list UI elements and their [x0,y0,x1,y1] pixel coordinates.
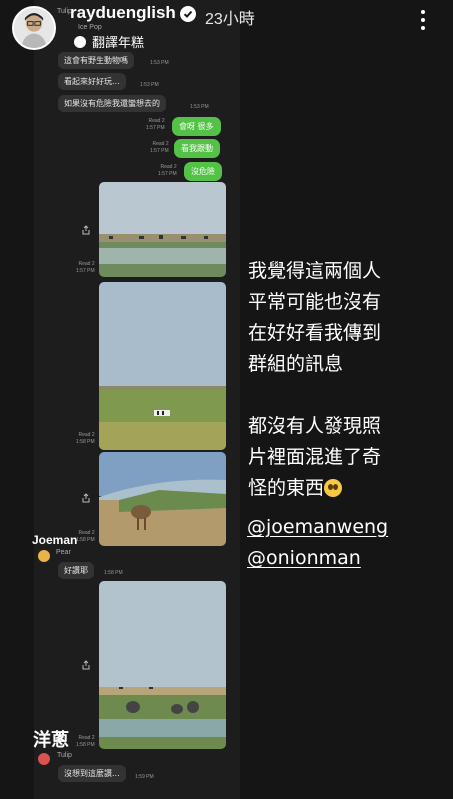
read-receipt: Read 2 1:58 PM [76,530,95,543]
incoming-message: 看起來好好玩... [58,73,126,90]
profile-avatar[interactable] [12,6,56,50]
message-time: 1:53 PM [140,82,159,88]
translate-label: 翻譯年糕 [92,36,145,51]
caption-line: 都沒有人發現照 [248,415,382,437]
read-receipt: Read 2 1:57 PM [146,118,165,131]
onion-overlay-label: 洋蔥 [33,730,69,750]
caption-line: 平常可能也沒有 [248,291,382,313]
story-viewer: rayduenglish 23小時 Tulip Ice Pop 翻譯年糕 這會有… [0,0,453,799]
mention-joemanweng[interactable]: @joemanweng [247,516,388,538]
message-time: 1:59 PM [135,774,154,780]
read-receipt: Read 2 1:57 PM [150,141,169,154]
outgoing-message: 會呀 很多 [172,117,221,136]
read-receipt: Read 2 1:57 PM [76,261,95,274]
pleading-face-icon [324,479,343,497]
message-time: 1:53 PM [150,60,169,66]
outgoing-message: 看我跟動 [174,139,220,158]
incoming-message: 好讚耶 [58,562,94,579]
story-caption: 我覺得這兩個人 平常可能也沒有 在好好看我傳到 群組的訊息 都沒有人發現照 片裡… [248,256,448,504]
chat-photo-zebra[interactable] [99,282,226,450]
share-icon[interactable] [81,660,91,670]
sender-name: Ice Pop [78,24,102,31]
read-receipt: Read 2 1:57 PM [158,164,177,177]
more-options-icon[interactable] [420,10,426,32]
message-time: 1:53 PM [190,104,209,110]
joeman-overlay-label: Joeman [32,533,78,547]
sender-name: Tulip [57,8,72,15]
outgoing-message: 沒危險 [184,162,222,181]
pear-avatar [38,550,50,562]
post-time: 23小時 [205,11,255,28]
share-icon[interactable] [81,225,91,235]
read-receipt: Read 2 1:58 PM [76,432,95,445]
message-time: 1:58 PM [104,570,123,576]
incoming-message: 這會有野生動物嗎 [58,52,134,69]
chat-bubble-icon [74,36,86,48]
chat-photo-ostrich[interactable] [99,452,226,546]
caption-line: 在好好看我傳到 [248,322,382,344]
tulip-avatar [38,753,50,765]
caption-line-emoji: 怪的東西 [248,473,448,504]
username[interactable]: rayduenglish [70,3,176,23]
sender-name: Tulip [57,752,72,759]
incoming-message: 沒想到這麼讚... [58,765,126,782]
verified-badge-icon [180,6,196,22]
sender-name: Pear [56,549,71,556]
mention-onionman[interactable]: @onionman [247,547,407,569]
incoming-message: 如果沒有危險我還蠻想去的 [58,95,166,112]
chat-photo-safari-1[interactable] [99,182,226,277]
caption-line: 片裡面混進了奇 [248,446,382,468]
chat-photo-elephants[interactable] [99,581,226,749]
read-receipt: Read 2 1:58 PM [76,735,95,748]
share-icon[interactable] [81,493,91,503]
caption-line: 我覺得這兩個人 [248,260,382,282]
caption-line: 群組的訊息 [248,353,344,375]
